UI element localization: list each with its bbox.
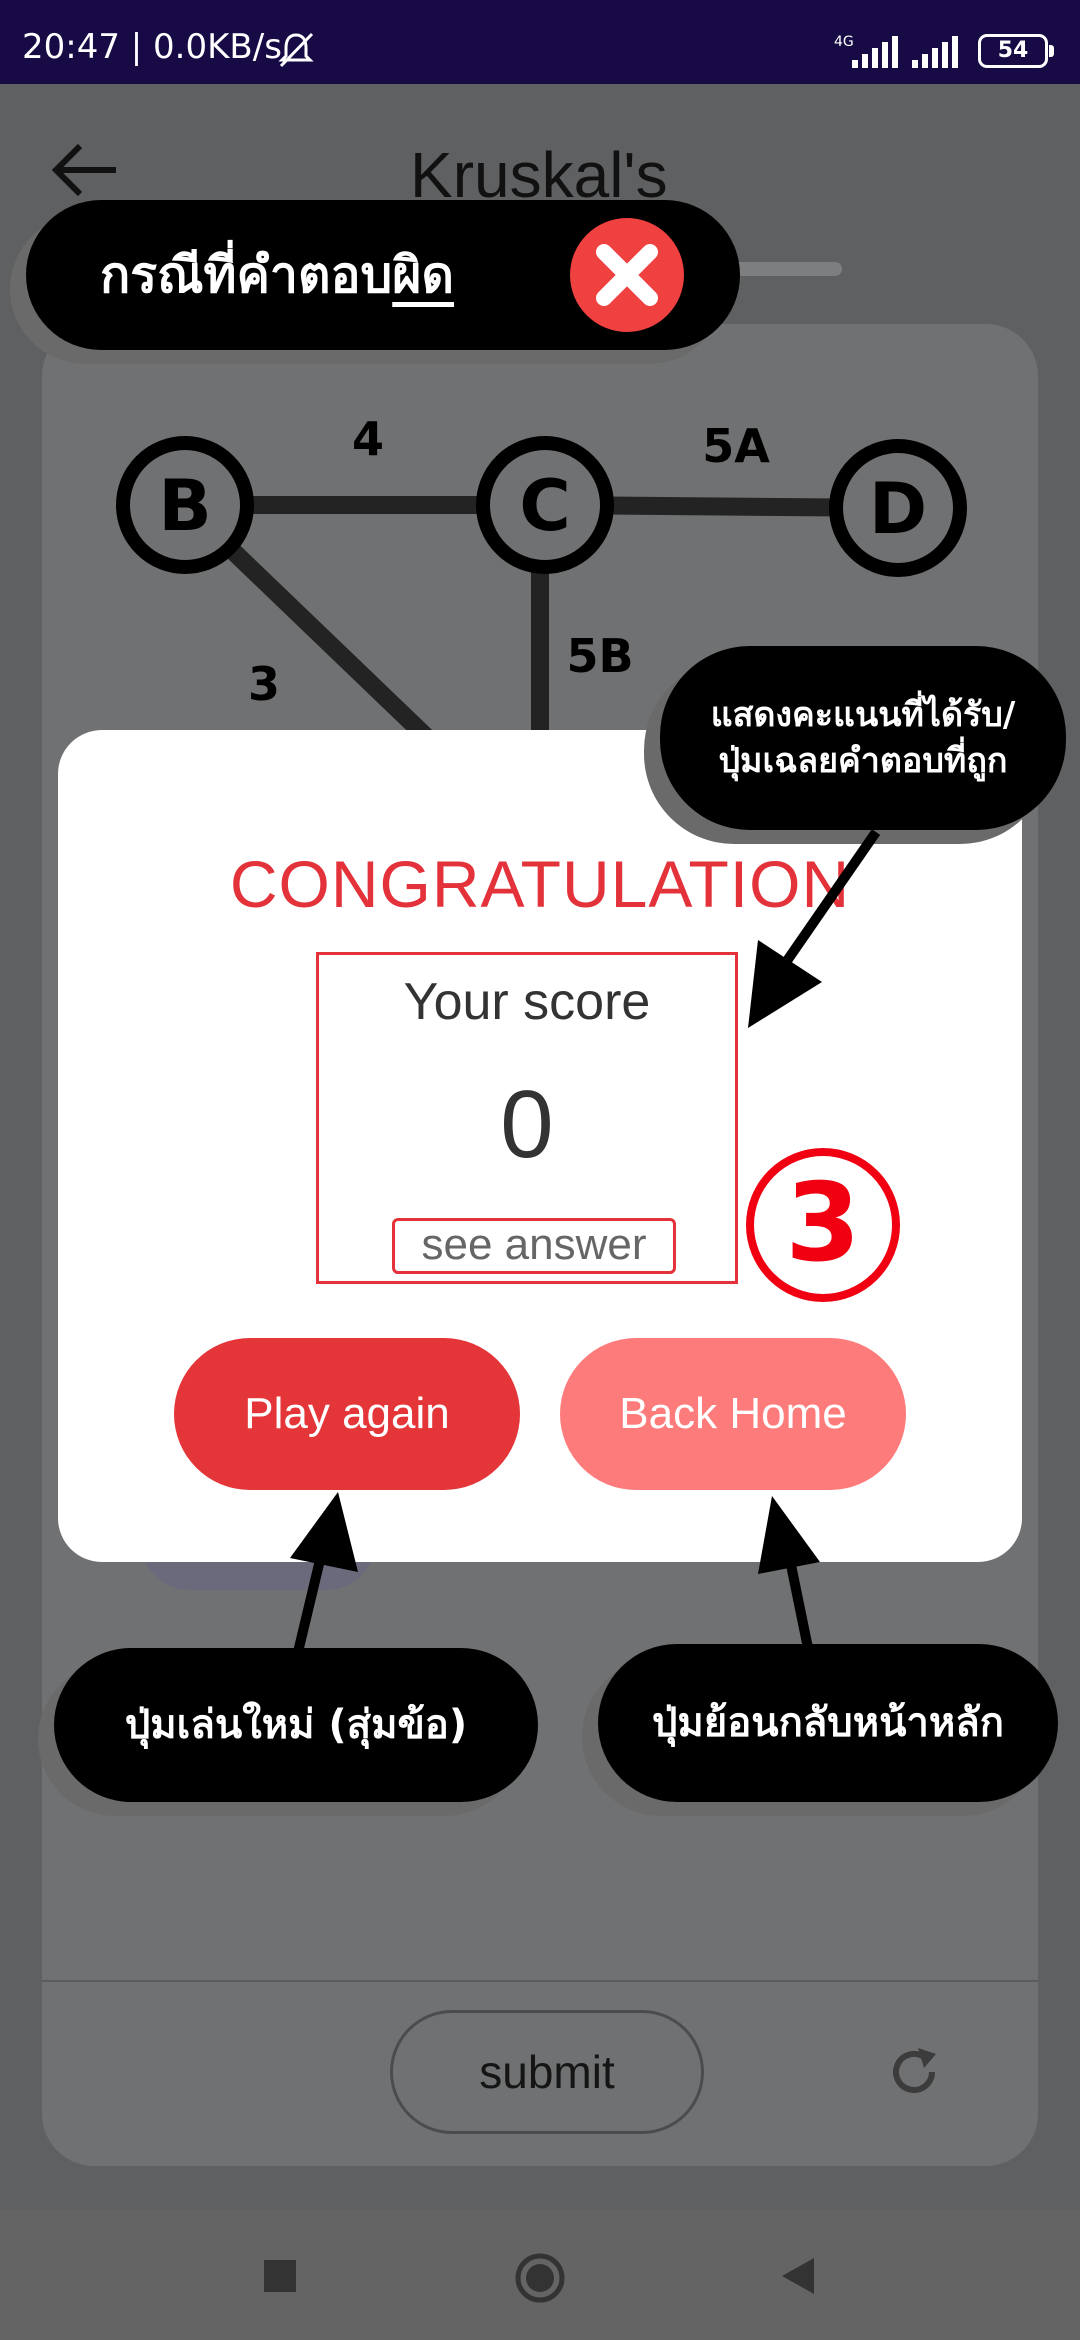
node-label-d: D — [869, 468, 927, 550]
node-label-c: C — [519, 465, 570, 547]
dialog-title: CONGRATULATION — [229, 847, 851, 921]
play-again-callout: ปุ่มเล่นใหม่ (สุ่มข้อ) — [54, 1648, 538, 1802]
card-divider — [42, 1980, 1038, 1982]
back-home-callout: ปุ่มย้อนกลับหน้าหลัก — [598, 1644, 1058, 1802]
back-home-button[interactable]: Back Home — [560, 1338, 906, 1490]
wrong-callout-emphasis: ผิด — [392, 246, 455, 304]
graph-node-c[interactable]: C — [476, 436, 614, 574]
score-value: 0 — [500, 1071, 554, 1178]
nav-back-icon[interactable] — [780, 2256, 816, 2300]
edge-label-4: 4 — [352, 412, 384, 466]
see-answer-button[interactable]: see answer — [392, 1218, 676, 1274]
score-label: Your score — [403, 973, 651, 1031]
submit-button[interactable]: submit — [390, 2010, 704, 2134]
edge-label-5a: 5A — [702, 419, 770, 473]
play-again-button[interactable]: Play again — [174, 1338, 520, 1490]
wrong-callout-text: กรณีที่คำตอบ — [100, 246, 393, 304]
graph-node-b[interactable]: B — [116, 436, 254, 574]
refresh-icon[interactable] — [884, 2042, 944, 2106]
edge-label-3: 3 — [248, 657, 280, 711]
recent-apps-icon[interactable] — [264, 2260, 296, 2292]
score-note-line1: แสดงคะแนนที่ได้รับ/ — [710, 695, 1016, 735]
play-again-note: ปุ่มเล่นใหม่ (สุ่มข้อ) — [124, 1702, 468, 1748]
node-label-b: B — [158, 465, 211, 547]
back-home-note: ปุ่มย้อนกลับหน้าหลัก — [652, 1700, 1004, 1746]
home-icon[interactable] — [514, 2252, 566, 2308]
graph-node-d[interactable]: D — [829, 439, 967, 577]
step-number-badge: 3 — [746, 1148, 900, 1302]
edge-label-5b: 5B — [566, 629, 633, 683]
score-note-callout: แสดงคะแนนที่ได้รับ/ ปุ่มเฉลยคำตอบที่ถูก — [660, 646, 1066, 830]
score-note-line2: ปุ่มเฉลยคำตอบที่ถูก — [718, 741, 1008, 781]
wrong-x-icon — [570, 218, 684, 332]
